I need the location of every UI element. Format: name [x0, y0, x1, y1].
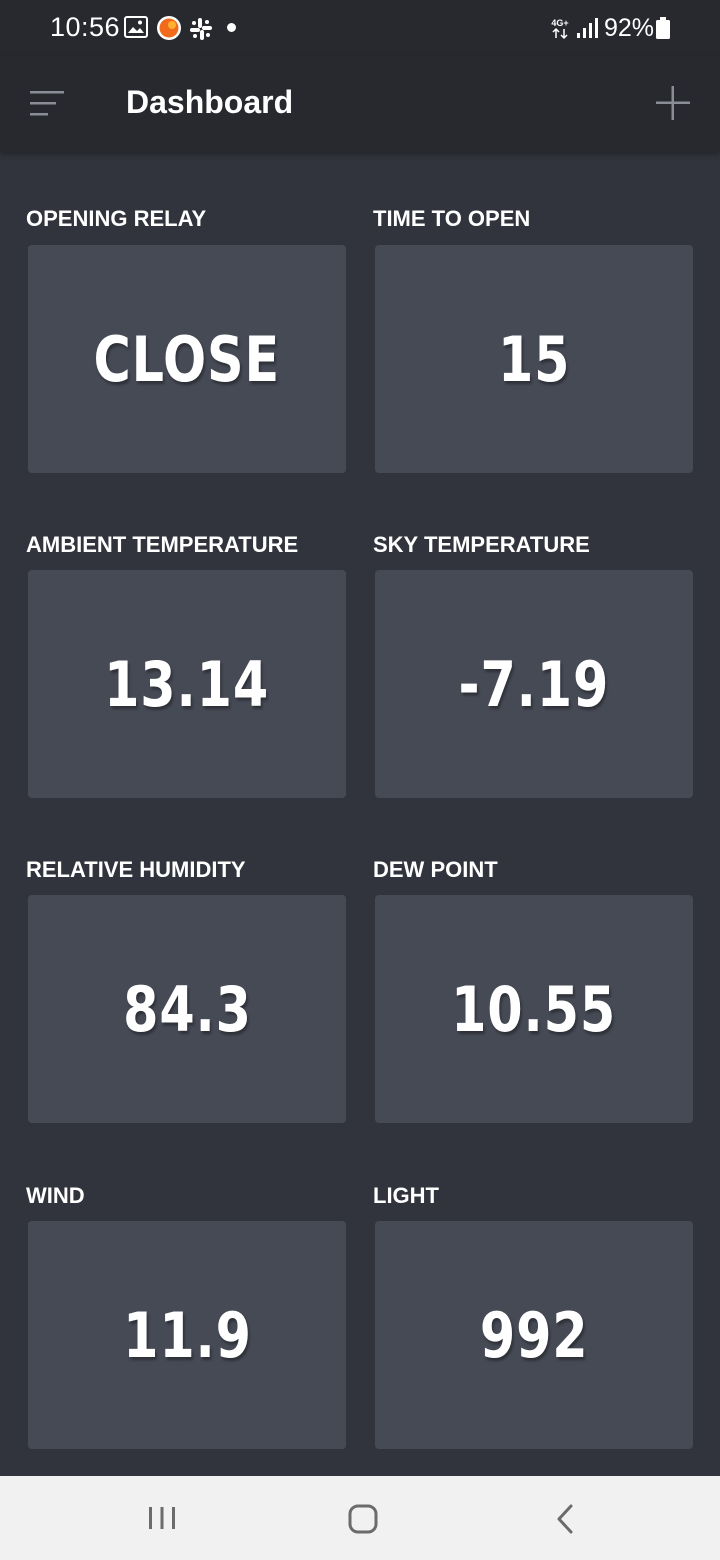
tile-value: 992	[479, 1298, 589, 1372]
tile-value: 15	[497, 322, 571, 396]
back-icon[interactable]	[535, 1494, 595, 1542]
tile-label-dew-point: DEW POINT	[373, 857, 498, 882]
signal-strength-icon	[577, 18, 598, 38]
tile-label-light: LIGHT	[373, 1183, 439, 1208]
tile-time-to-open[interactable]: 15	[375, 245, 693, 473]
network-type-icon: 4G+	[551, 18, 569, 40]
battery-icon	[656, 17, 670, 39]
tile-label-opening-relay: OPENING RELAY	[26, 206, 207, 231]
tile-value: CLOSE	[93, 322, 281, 396]
tile-value: 13.14	[104, 647, 270, 721]
tile-value: 11.9	[122, 1298, 252, 1372]
menu-icon[interactable]	[22, 82, 72, 126]
tile-sky-temperature[interactable]: -7.19	[375, 570, 693, 798]
tile-opening-relay[interactable]: CLOSE	[28, 245, 346, 473]
tile-relative-humidity[interactable]: 84.3	[28, 895, 346, 1123]
tile-value: -7.19	[458, 647, 610, 721]
system-nav-bar	[0, 1476, 720, 1560]
tile-label-wind: WIND	[26, 1183, 85, 1208]
home-icon[interactable]	[333, 1494, 393, 1542]
tile-label-time-to-open: TIME TO OPEN	[373, 206, 531, 231]
battery-percent: 92%	[604, 14, 655, 42]
tile-label-relative-humidity: RELATIVE HUMIDITY	[26, 857, 246, 882]
svg-text:4G+: 4G+	[551, 18, 568, 28]
notification-dot-icon	[227, 23, 236, 32]
tile-value: 84.3	[122, 972, 252, 1046]
tile-wind[interactable]: 11.9	[28, 1221, 346, 1449]
tile-value: 10.55	[451, 972, 617, 1046]
status-bar: 10:56 4G+ 92%	[0, 0, 720, 56]
status-time: 10:56	[50, 12, 121, 42]
tile-dew-point[interactable]: 10.55	[375, 895, 693, 1123]
image-icon	[124, 16, 148, 38]
app-header: Dashboard	[0, 56, 720, 152]
tile-label-ambient-temperature: AMBIENT TEMPERATURE	[26, 532, 299, 557]
tile-light[interactable]: 992	[375, 1221, 693, 1449]
plus-icon[interactable]	[650, 80, 696, 126]
page-title: Dashboard	[126, 84, 294, 120]
slack-icon	[190, 18, 212, 40]
tile-label-sky-temperature: SKY TEMPERATURE	[373, 532, 590, 557]
recents-icon[interactable]	[132, 1494, 192, 1542]
app-root: 10:56 4G+ 92% Dashboard OPENING RELAY CL…	[0, 0, 720, 1560]
app-notification-icon	[157, 16, 181, 40]
tile-ambient-temperature[interactable]: 13.14	[28, 570, 346, 798]
